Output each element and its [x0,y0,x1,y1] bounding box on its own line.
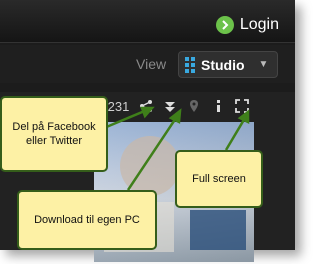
studio-label: Studio [201,56,245,73]
login-label: Login [239,16,279,33]
fullscreen-icon[interactable] [235,99,250,113]
view-bar: View Studio ▼ [0,45,295,83]
chevron-down-icon: ▼ [258,59,269,70]
photo-toolbar: /231 [104,96,250,116]
fullscreen-callout-text: Full screen [192,173,246,185]
download-callout: Download til egen PC [17,190,157,250]
studio-view-dropdown[interactable]: Studio ▼ [178,51,278,78]
login-button[interactable]: Login [215,16,279,34]
info-icon[interactable] [211,99,225,113]
login-icon [215,16,234,34]
grid-icon [185,56,195,73]
location-pin-icon[interactable] [187,99,201,113]
fullscreen-callout: Full screen [175,150,263,208]
top-bar: Login [0,0,295,43]
share-icon[interactable] [139,99,153,113]
share-callout-text: Del på Facebook eller Twitter [12,121,96,147]
download-icon[interactable] [163,99,177,113]
share-callout: Del på Facebook eller Twitter [0,96,108,172]
download-callout-text: Download til egen PC [34,214,140,226]
view-label: View [136,56,167,72]
